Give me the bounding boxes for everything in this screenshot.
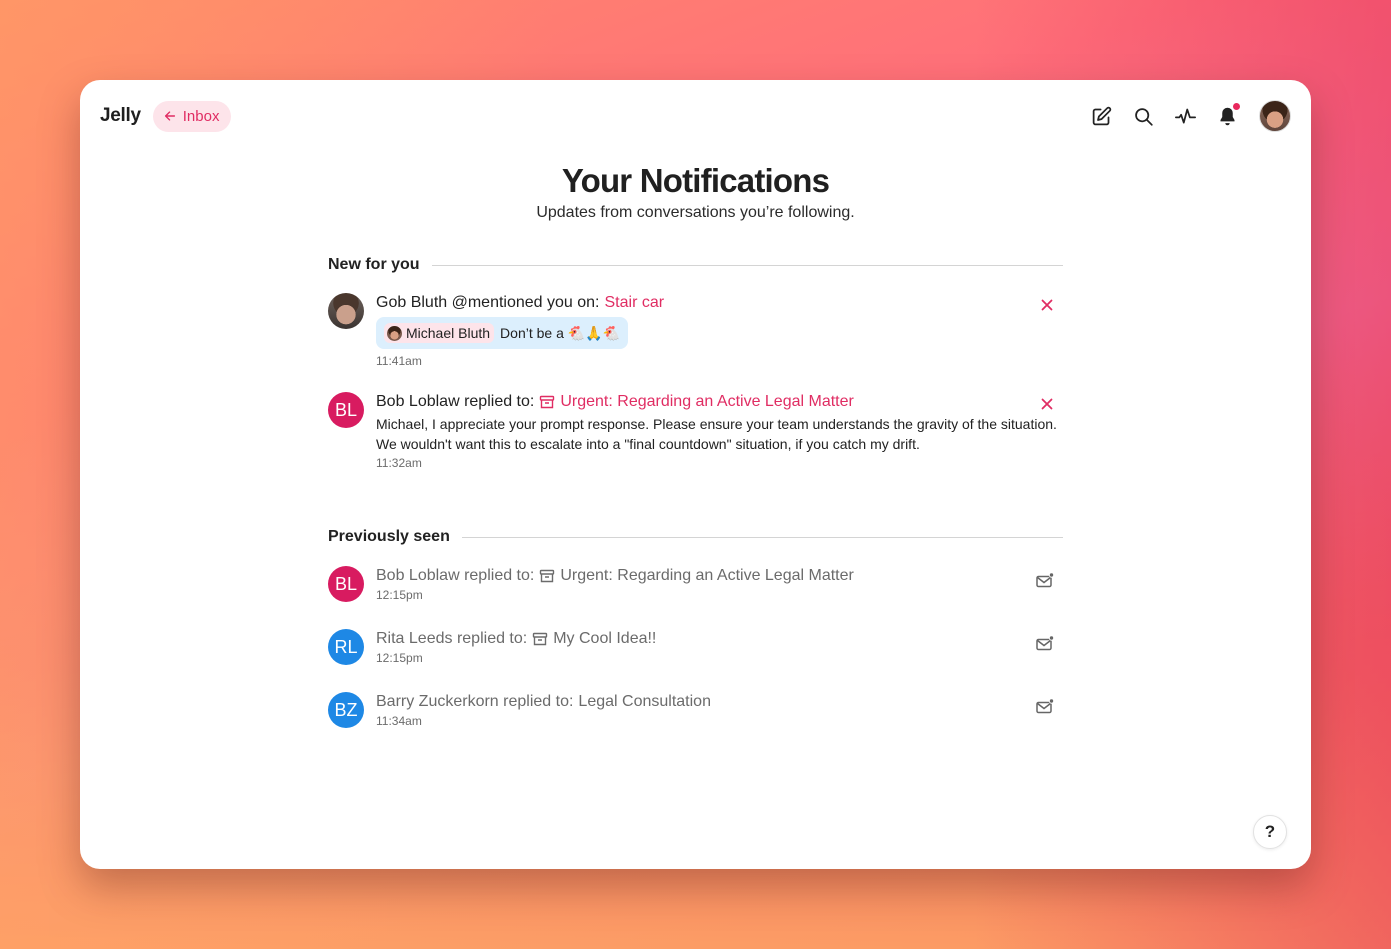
previously-seen-section: Previously seen BL Bob Loblaw replied to…: [328, 528, 1063, 728]
notification-item[interactable]: BL Bob Loblaw replied to: Urgent: Regard…: [328, 566, 1063, 602]
page-subtitle: Updates from conversations you’re follow…: [536, 204, 855, 221]
dismiss-icon[interactable]: [1039, 396, 1055, 412]
message-quote: Michael Bluth Don’t be a 🐔🙏🐔: [376, 317, 629, 349]
action-text: replied to:: [456, 630, 528, 647]
section-title: New for you: [328, 256, 420, 273]
top-bar: Jelly Inbox: [100, 100, 1291, 132]
conversation-title: Urgent: Regarding an Active Legal Matter: [560, 567, 854, 584]
conversation-link[interactable]: Stair car: [605, 293, 665, 313]
avatar: BL: [328, 566, 364, 602]
mark-unread-icon[interactable]: [1035, 572, 1055, 590]
timestamp: 11:34am: [376, 714, 422, 728]
user-mention[interactable]: Michael Bluth: [384, 323, 495, 343]
action-text: replied to:: [464, 393, 535, 410]
action-text: replied to:: [464, 567, 535, 584]
actor-name: Bob Loblaw: [376, 393, 460, 410]
help-button[interactable]: ?: [1253, 815, 1287, 849]
action-text: @mentioned you on:: [451, 294, 600, 311]
actor-name: Bob Loblaw: [376, 567, 460, 584]
timestamp: 11:41am: [376, 354, 422, 368]
user-avatar[interactable]: [1259, 100, 1291, 132]
unread-badge: [1232, 101, 1241, 111]
activity-icon: [1175, 108, 1196, 123]
notification-item[interactable]: BL Bob Loblaw replied to: Urgent: Regard…: [328, 392, 1063, 470]
divider: [461, 536, 1063, 538]
toolbar: [1090, 100, 1291, 132]
search-button[interactable]: [1132, 105, 1155, 128]
notification-item[interactable]: RL Rita Leeds replied to: My Cool Idea!!…: [328, 629, 1063, 665]
divider: [431, 264, 1063, 266]
dismiss-icon[interactable]: [1039, 297, 1055, 313]
app-window: Jelly Inbox Your Notifications Updates f…: [80, 80, 1311, 869]
conversation-title: My Cool Idea!!: [553, 630, 657, 647]
mark-unread-icon[interactable]: [1035, 635, 1055, 653]
back-to-inbox-label: Inbox: [182, 107, 220, 125]
compose-button[interactable]: [1090, 105, 1113, 128]
conversation-title: Legal Consultation: [578, 693, 711, 710]
timestamp: 11:32am: [376, 456, 422, 470]
app-name: Jelly: [100, 105, 141, 126]
conversation-title: Stair car: [604, 294, 665, 311]
notifications-button[interactable]: [1216, 101, 1241, 128]
conversation-link[interactable]: Urgent: Regarding an Active Legal Matter: [539, 566, 854, 586]
archive-icon: [533, 632, 548, 646]
search-icon: [1135, 107, 1153, 126]
timestamp: 12:15pm: [376, 588, 423, 602]
actor-name: Barry Zuckerkorn: [376, 693, 499, 710]
activity-button[interactable]: [1174, 105, 1197, 128]
conversation-title: Urgent: Regarding an Active Legal Matter: [560, 393, 854, 410]
page-header: Your Notifications Updates from conversa…: [80, 162, 1311, 222]
mention-avatar: [387, 325, 402, 341]
conversation-link[interactable]: My Cool Idea!!: [532, 629, 656, 649]
notification-item[interactable]: BZ Barry Zuckerkorn replied to: Legal Co…: [328, 692, 1063, 728]
mark-unread-icon[interactable]: [1035, 698, 1055, 716]
section-header: Previously seen: [328, 528, 1063, 546]
notification-item[interactable]: Gob Bluth @mentioned you on: Stair car M…: [328, 293, 1063, 368]
page-title: Your Notifications: [561, 162, 830, 199]
back-to-inbox-button[interactable]: Inbox: [152, 100, 232, 132]
quote-text: Don’t be a 🐔🙏🐔: [500, 324, 621, 341]
section-header: New for you: [328, 256, 1063, 274]
arrow-left-icon: [164, 111, 175, 121]
avatar: BL: [328, 392, 364, 428]
avatar: RL: [328, 629, 364, 665]
compose-icon: [1092, 106, 1112, 125]
new-for-you-section: New for you Gob Bluth @mentioned you on:…: [328, 256, 1063, 470]
conversation-link[interactable]: Urgent: Regarding an Active Legal Matter: [539, 392, 854, 412]
action-text: replied to:: [503, 693, 574, 710]
timestamp: 12:15pm: [376, 651, 423, 665]
actor-name: Gob Bluth: [376, 294, 448, 311]
section-title: Previously seen: [328, 528, 450, 545]
avatar: [328, 293, 364, 329]
avatar: BZ: [328, 692, 364, 728]
conversation-link[interactable]: Legal Consultation: [578, 692, 711, 712]
actor-name: Rita Leeds: [376, 630, 453, 647]
message-preview: Michael, I appreciate your prompt respon…: [376, 416, 1057, 452]
archive-icon: [540, 395, 555, 409]
mention-name: Michael Bluth: [406, 325, 491, 341]
archive-icon: [540, 569, 555, 583]
